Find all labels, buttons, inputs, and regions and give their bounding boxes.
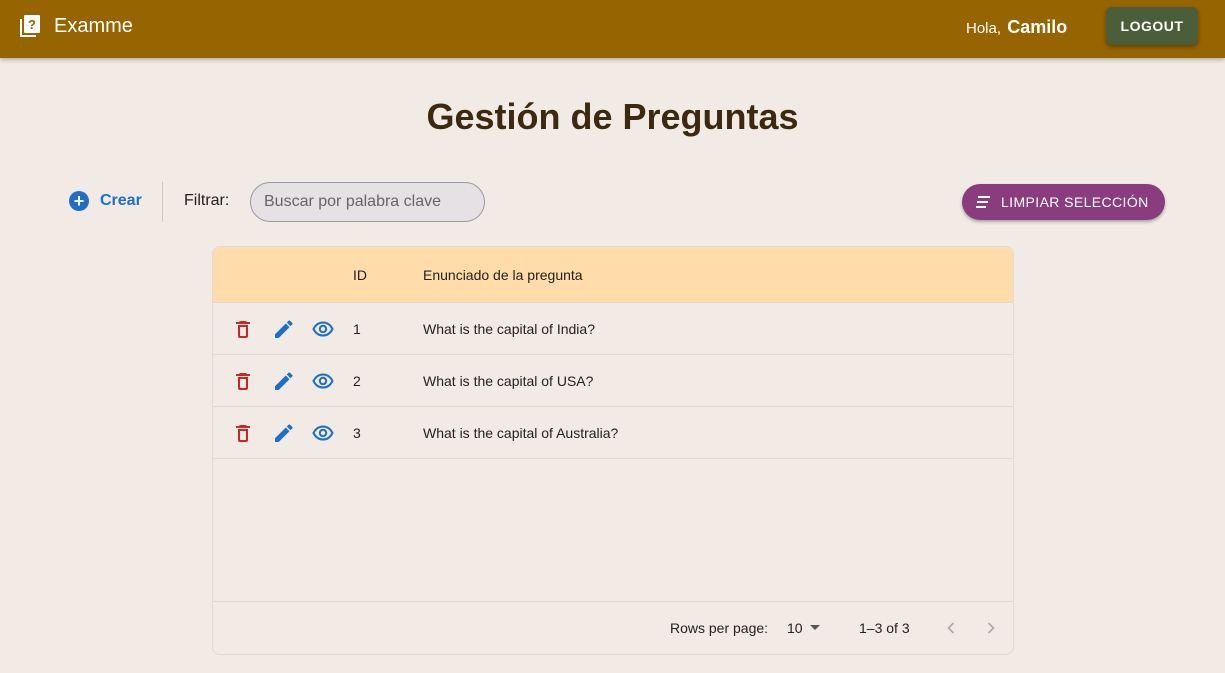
search-input[interactable] xyxy=(250,182,485,222)
chevron-right-icon[interactable] xyxy=(981,618,1001,638)
delete-icon[interactable] xyxy=(232,318,254,340)
quiz-icon: ? xyxy=(20,15,40,37)
sort-icon xyxy=(976,196,990,208)
row-statement: What is the capital of USA? xyxy=(423,373,594,389)
create-button[interactable]: + Crear xyxy=(69,191,142,211)
toolbar-divider xyxy=(162,182,163,222)
user-name: Camilo xyxy=(1007,17,1068,37)
table-header: ID Enunciado de la pregunta xyxy=(213,247,1013,303)
view-icon[interactable] xyxy=(312,370,334,392)
page-title: Gestión de Preguntas xyxy=(426,96,799,137)
clear-selection-label: LIMPIAR SELECCIÓN xyxy=(1001,194,1149,210)
clear-selection-button[interactable]: LIMPIAR SELECCIÓN xyxy=(962,184,1165,220)
table-pagination: Rows per page: 10 1–3 of 3 xyxy=(213,601,1013,654)
table-row[interactable]: 1 What is the capital of India? xyxy=(213,303,1013,355)
column-header-id[interactable]: ID xyxy=(353,265,367,285)
row-id: 1 xyxy=(353,321,361,337)
table-row[interactable]: 3 What is the capital of Australia? xyxy=(213,407,1013,459)
add-circle-icon: + xyxy=(69,191,89,211)
row-statement: What is the capital of Australia? xyxy=(423,425,619,441)
rows-per-page-label: Rows per page: xyxy=(670,620,769,636)
greeting-text: Hola, xyxy=(966,20,1002,37)
app-bar: ? Examme Hola, Camilo LOGOUT xyxy=(0,0,1225,58)
edit-icon[interactable] xyxy=(272,370,294,392)
app-title: Examme xyxy=(54,15,133,37)
rows-per-page-select[interactable]: 10 xyxy=(787,620,820,636)
edit-icon[interactable] xyxy=(272,422,294,444)
logout-button[interactable]: LOGOUT xyxy=(1106,7,1198,45)
edit-icon[interactable] xyxy=(272,318,294,340)
svg-text:?: ? xyxy=(28,17,36,32)
delete-icon[interactable] xyxy=(232,370,254,392)
view-icon[interactable] xyxy=(312,318,334,340)
row-statement: What is the capital of India? xyxy=(423,321,595,337)
row-id: 2 xyxy=(353,373,361,389)
view-icon[interactable] xyxy=(312,422,334,444)
table-row[interactable]: 2 What is the capital of USA? xyxy=(213,355,1013,407)
pagination-range: 1–3 of 3 xyxy=(859,620,910,636)
column-header-statement[interactable]: Enunciado de la pregunta xyxy=(423,265,583,285)
rows-per-page-value: 10 xyxy=(787,620,803,636)
filter-label: Filtrar: xyxy=(184,192,230,209)
dropdown-arrow-icon xyxy=(809,625,820,630)
greeting: Hola, Camilo xyxy=(966,16,1067,40)
brand: ? Examme xyxy=(20,14,133,38)
create-label: Crear xyxy=(100,192,142,209)
row-id: 3 xyxy=(353,425,361,441)
chevron-left-icon[interactable] xyxy=(941,618,961,638)
delete-icon[interactable] xyxy=(232,422,254,444)
questions-table: ID Enunciado de la pregunta 1 What is th… xyxy=(212,246,1014,655)
